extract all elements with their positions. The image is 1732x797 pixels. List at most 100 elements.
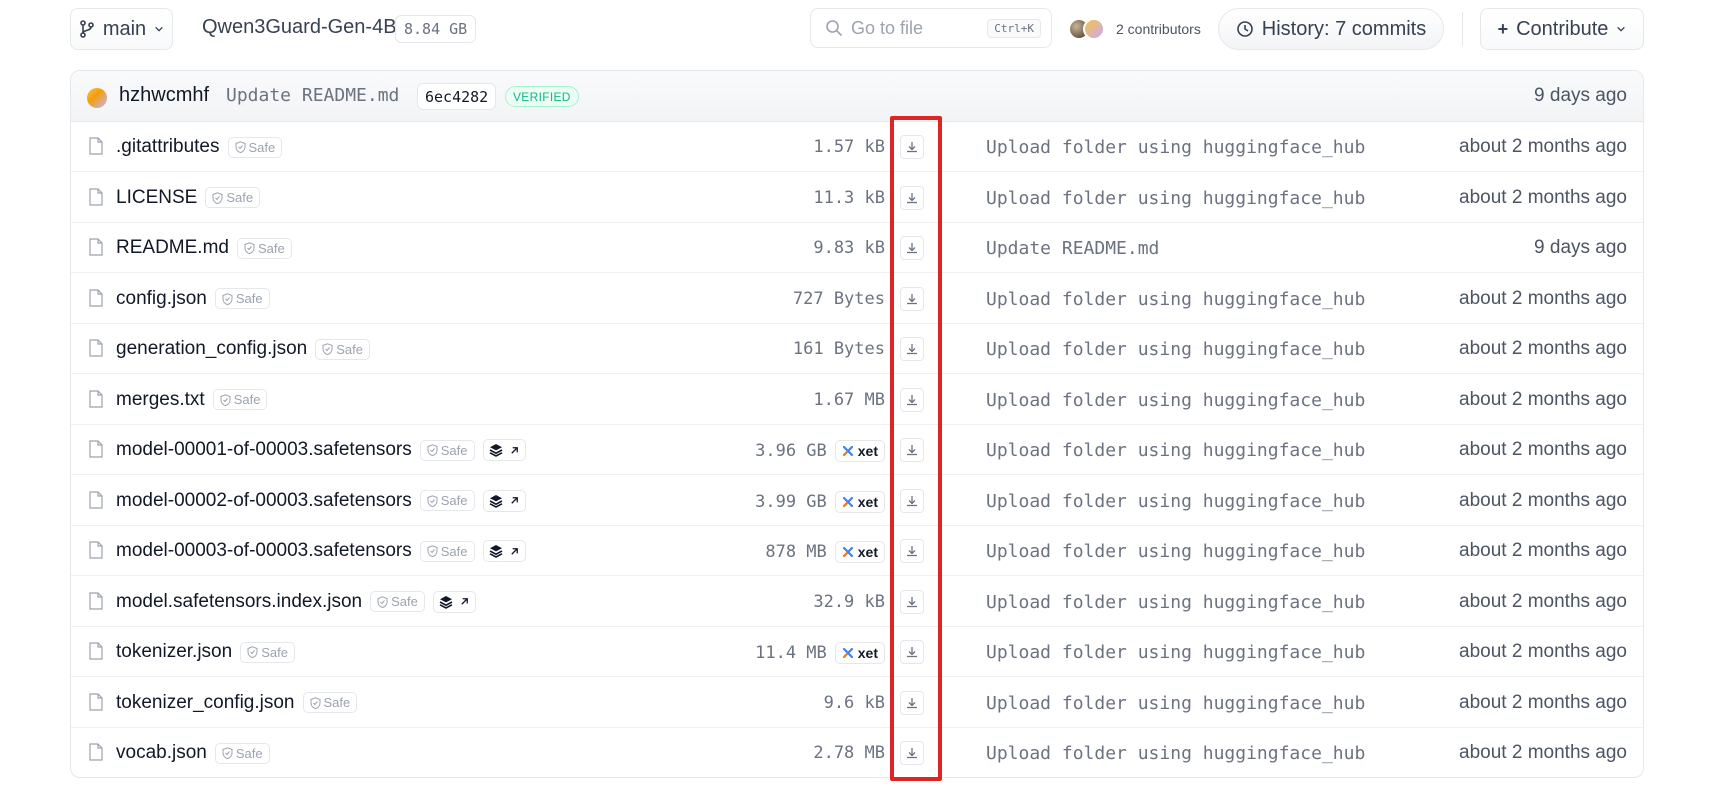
download-button[interactable] xyxy=(900,387,924,412)
row-commit-time: about 2 months ago xyxy=(1459,186,1627,208)
row-commit-message[interactable]: Upload folder using huggingface_hub xyxy=(986,491,1365,512)
download-button[interactable] xyxy=(900,589,924,614)
file-name-link[interactable]: model-00002-of-00003.safetensors xyxy=(116,490,412,512)
file-size-group: 3.99 GB xet xyxy=(755,490,885,513)
file-name-group: tokenizer_config.json Safe xyxy=(116,692,358,714)
safe-badge[interactable]: Safe xyxy=(214,288,270,309)
divider xyxy=(1462,12,1463,46)
download-icon xyxy=(905,494,919,508)
file-name-link[interactable]: tokenizer_config.json xyxy=(116,692,295,714)
file-name-link[interactable]: README.md xyxy=(116,237,229,259)
download-button[interactable] xyxy=(900,741,924,765)
contribute-button[interactable]: + Contribute xyxy=(1480,8,1644,50)
download-button[interactable] xyxy=(900,640,924,664)
commit-message[interactable]: Update README.md xyxy=(226,85,399,106)
history-button[interactable]: History: 7 commits xyxy=(1218,8,1444,50)
lfs-badge[interactable] xyxy=(482,489,526,512)
download-button[interactable] xyxy=(900,690,924,715)
verified-badge: VERIFIED xyxy=(505,86,579,107)
download-icon xyxy=(905,595,919,609)
file-row: vocab.json Safe 2.78 MB Upload folder using… xyxy=(71,728,1643,777)
download-button[interactable] xyxy=(900,185,924,210)
safe-badge[interactable]: Safe xyxy=(419,439,475,461)
xet-badge[interactable]: xet xyxy=(834,642,885,664)
file-size: 878 MB xyxy=(765,542,827,562)
lfs-badge[interactable] xyxy=(482,540,526,562)
file-name-link[interactable]: LICENSE xyxy=(116,187,197,209)
file-icon xyxy=(89,238,103,256)
file-row: .gitattributes Safe 1.57 kB Upload folder u… xyxy=(71,122,1643,172)
download-button[interactable] xyxy=(900,438,924,462)
row-commit-message[interactable]: Upload folder using huggingface_hub xyxy=(986,339,1365,360)
row-commit-message[interactable]: Upload folder using huggingface_hub xyxy=(986,289,1365,310)
safe-badge[interactable]: Safe xyxy=(315,338,370,360)
avatar[interactable] xyxy=(87,88,107,108)
row-commit-message[interactable]: Upload folder using huggingface_hub xyxy=(986,743,1365,764)
row-commit-message[interactable]: Upload folder using huggingface_hub xyxy=(986,642,1365,663)
file-name-link[interactable]: model-00001-of-00003.safetensors xyxy=(116,439,412,461)
branch-selector-button[interactable]: main xyxy=(70,8,173,50)
file-size: 9.6 kB xyxy=(823,692,885,713)
contributors-link[interactable]: 2 contributors xyxy=(1068,14,1201,44)
download-button[interactable] xyxy=(900,337,924,361)
row-commit-message[interactable]: Upload folder using huggingface_hub xyxy=(986,693,1365,714)
safe-badge[interactable]: Safe xyxy=(419,490,475,511)
safe-badge[interactable]: Safe xyxy=(212,389,268,410)
commit-author[interactable]: hzhwcmhf xyxy=(119,84,209,107)
row-commit-message[interactable]: Upload folder using huggingface_hub xyxy=(986,137,1365,158)
safe-badge[interactable]: Safe xyxy=(205,187,261,208)
safe-badge[interactable]: Safe xyxy=(302,692,358,713)
file-name-link[interactable]: tokenizer.json xyxy=(116,641,232,663)
file-icon xyxy=(89,692,103,711)
file-name-link[interactable]: merges.txt xyxy=(116,389,205,411)
xet-badge[interactable]: xet xyxy=(834,440,885,462)
download-button[interactable] xyxy=(900,135,924,159)
file-size-group: 1.67 MB xyxy=(813,390,885,410)
row-commit-message[interactable]: Upload folder using huggingface_hub xyxy=(986,390,1365,411)
shield-check-icon xyxy=(235,141,246,153)
row-commit-time: about 2 months ago xyxy=(1459,742,1627,763)
download-button[interactable] xyxy=(900,236,924,260)
commit-hash[interactable]: 6ec4282 xyxy=(417,83,497,110)
row-commit-message[interactable]: Upload folder using huggingface_hub xyxy=(986,188,1365,209)
file-name-link[interactable]: config.json xyxy=(116,288,207,310)
safe-badge[interactable]: Safe xyxy=(419,540,475,562)
safe-badge[interactable]: Safe xyxy=(370,591,425,612)
lfs-badge[interactable] xyxy=(482,439,526,461)
file-name-link[interactable]: vocab.json xyxy=(116,742,207,764)
row-commit-message[interactable]: Update README.md xyxy=(986,238,1159,259)
file-name-link[interactable]: model.safetensors.index.json xyxy=(116,591,362,613)
download-button[interactable] xyxy=(900,488,924,513)
repo-name[interactable]: Qwen3Guard-Gen-4B xyxy=(202,16,397,39)
row-commit-message[interactable]: Upload folder using huggingface_hub xyxy=(986,592,1365,613)
file-name-link[interactable]: generation_config.json xyxy=(116,338,307,360)
safe-badge[interactable]: Safe xyxy=(236,237,292,259)
search-input[interactable] xyxy=(851,17,981,39)
download-button[interactable] xyxy=(900,539,924,563)
file-name-link[interactable]: .gitattributes xyxy=(116,136,220,158)
row-commit-time: about 2 months ago xyxy=(1459,388,1627,410)
file-row: config.json Safe 727 Bytes Upload folder us… xyxy=(71,274,1643,324)
row-commit-message[interactable]: Upload folder using huggingface_hub xyxy=(986,541,1365,562)
row-commit-time: about 2 months ago xyxy=(1459,338,1627,359)
row-commit-time: about 2 months ago xyxy=(1459,641,1627,662)
download-button[interactable] xyxy=(900,286,924,311)
safe-label: Safe xyxy=(261,644,288,660)
file-size: 11.4 MB xyxy=(755,643,827,663)
file-row: README.md Safe 9.83 kB Update README.md 9 da… xyxy=(71,223,1643,273)
safe-label: Safe xyxy=(440,493,468,508)
safe-label: Safe xyxy=(235,745,263,761)
row-commit-time: about 2 months ago xyxy=(1459,489,1627,511)
xet-badge[interactable]: xet xyxy=(834,490,885,513)
lfs-badge[interactable] xyxy=(432,590,476,613)
safe-badge[interactable]: Safe xyxy=(214,742,270,764)
xet-badge[interactable]: xet xyxy=(834,541,885,563)
file-row: tokenizer_config.json Safe 9.6 kB Upload fo… xyxy=(71,678,1643,728)
safe-label: Safe xyxy=(226,190,254,205)
row-commit-message[interactable]: Upload folder using huggingface_hub xyxy=(986,440,1365,461)
shield-check-icon xyxy=(212,191,223,204)
go-to-file-search[interactable]: Ctrl+K xyxy=(810,8,1052,48)
file-name-link[interactable]: model-00003-of-00003.safetensors xyxy=(116,540,412,562)
safe-badge[interactable]: Safe xyxy=(227,136,283,158)
safe-badge[interactable]: Safe xyxy=(240,641,295,663)
